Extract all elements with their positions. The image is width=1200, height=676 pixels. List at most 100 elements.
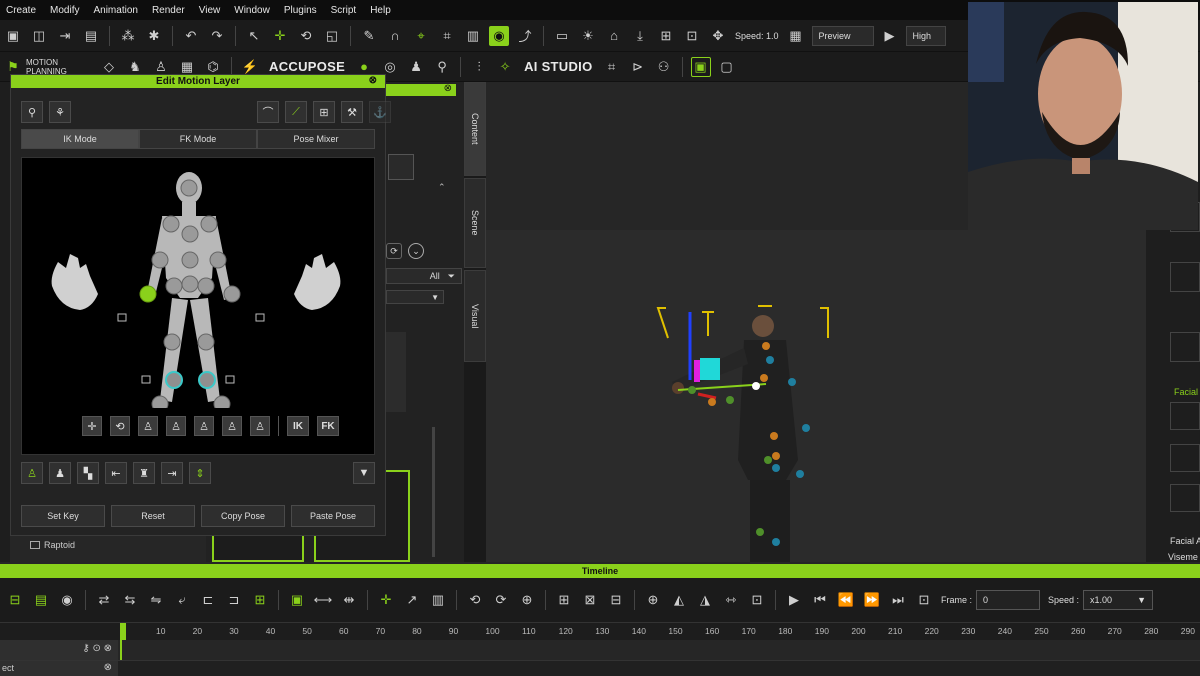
timeline-track[interactable]: ect ⊗ <box>0 660 1200 676</box>
pin-icon[interactable]: ⚘ <box>49 101 71 123</box>
reach-icon[interactable]: ⚲ <box>21 101 43 123</box>
chevron-down-icon[interactable]: ⌄ <box>408 243 424 259</box>
preview-dropdown[interactable]: Preview <box>811 25 874 46</box>
effector-dot[interactable] <box>762 342 770 350</box>
full-body-icon[interactable]: ♙ <box>21 462 43 484</box>
close-icon[interactable]: ⊗ <box>369 75 377 86</box>
add-clip-icon[interactable]: ⊞ <box>554 590 574 610</box>
mirror-icon[interactable]: ⇤ <box>105 462 127 484</box>
tab-visual[interactable]: Visual <box>464 270 486 362</box>
joint-left-wrist-selected[interactable] <box>139 285 157 303</box>
tab-scene[interactable]: Scene <box>464 178 486 268</box>
bone-icon[interactable]: ⟋ <box>285 101 307 123</box>
swap-alt-icon[interactable]: ⇆ <box>120 590 140 610</box>
align-center-icon[interactable]: ⇕ <box>189 462 211 484</box>
render-icon[interactable]: ◫ <box>29 26 49 46</box>
right-slot[interactable] <box>1170 444 1200 472</box>
body-part-icon[interactable]: ♙ <box>166 416 186 436</box>
redo-icon[interactable]: ↷ <box>207 26 227 46</box>
speed-dropdown[interactable]: x1.00 ▼ <box>1083 590 1154 610</box>
layer-icon[interactable]: ▤ <box>31 590 51 610</box>
pan-icon[interactable]: ✥ <box>708 26 728 46</box>
refresh-icon[interactable]: ⟳ <box>386 243 402 259</box>
undo-icon[interactable]: ↶ <box>181 26 201 46</box>
collapse-icon[interactable]: ⌃ <box>438 182 446 193</box>
person-outline-icon[interactable]: ⚇ <box>654 57 674 77</box>
eye-icon[interactable]: ◉ <box>489 25 509 46</box>
right-slot[interactable] <box>1170 332 1200 362</box>
accupose-label[interactable]: ACCUPOSE <box>269 59 345 74</box>
lock-icon[interactable] <box>255 313 265 322</box>
right-slot[interactable] <box>1170 402 1200 430</box>
joint-left-shoulder[interactable] <box>162 215 180 233</box>
paste-pose-button[interactable]: Paste Pose <box>291 505 375 527</box>
right-slot[interactable] <box>1170 262 1200 292</box>
menu-view[interactable]: View <box>199 5 221 16</box>
joint-pelvis[interactable] <box>181 275 199 293</box>
ai-studio-label[interactable]: AI STUDIO <box>524 59 592 74</box>
joint-right-ankle-ik[interactable] <box>198 371 216 389</box>
effector-dot[interactable] <box>764 456 772 464</box>
crop-icon[interactable]: ⌗ <box>602 57 622 77</box>
ik-rig-view[interactable]: ✛ ⟲ ♙ ♙ ♙ ♙ ♙ IK FK <box>21 157 375 455</box>
attach-icon[interactable]: ⤴ <box>515 26 535 46</box>
joint-right-shoulder[interactable] <box>200 215 218 233</box>
key-icon[interactable]: ⚷ <box>82 643 89 654</box>
joint-right-hip[interactable] <box>197 277 215 295</box>
set-key-button[interactable]: Set Key <box>21 505 105 527</box>
home-icon[interactable]: ⌂ <box>604 26 624 46</box>
lock-icon[interactable] <box>225 375 235 384</box>
track-icon[interactable]: ⊟ <box>5 590 25 610</box>
insert-icon[interactable]: ⤶ <box>172 590 192 610</box>
magnet-icon[interactable]: ∩ <box>385 26 405 46</box>
menu-script[interactable]: Script <box>331 5 357 16</box>
effector-dot[interactable] <box>756 528 764 536</box>
joint-right-toe[interactable] <box>213 395 231 413</box>
effector-dot[interactable] <box>708 398 716 406</box>
effector-dot[interactable] <box>772 538 780 546</box>
joint-left-toe[interactable] <box>151 395 169 413</box>
collapse-timeline-icon[interactable]: ⊡ <box>747 590 767 610</box>
joint-left-elbow[interactable] <box>151 251 169 269</box>
body-part-icon[interactable]: ♙ <box>138 416 158 436</box>
split-icon[interactable]: ⊟ <box>606 590 626 610</box>
chevron-down-icon[interactable]: ⊙ <box>92 643 100 654</box>
curve-tool-icon[interactable]: ⌒ <box>257 101 279 123</box>
curve-path-icon[interactable]: ↗ <box>402 590 422 610</box>
joint-left-ankle-ik[interactable] <box>165 371 183 389</box>
effector-dot[interactable] <box>788 378 796 386</box>
cycle-icon[interactable]: ⟲ <box>465 590 485 610</box>
panel-title-bar[interactable]: Edit Motion Layer ⊗ <box>11 75 385 88</box>
magic-icon[interactable]: ✱ <box>144 26 164 46</box>
stretch-icon[interactable]: ⟷ <box>313 590 333 610</box>
sequence-icon[interactable]: ⚲ <box>432 57 452 77</box>
cycle-alt-icon[interactable]: ⟳ <box>491 590 511 610</box>
go-end-icon[interactable]: ⏭ <box>888 590 908 610</box>
mirror-left-icon[interactable]: ◭ <box>669 590 689 610</box>
play-icon[interactable]: ▶ <box>784 590 804 610</box>
pin-tool-icon[interactable]: ⚒ <box>341 101 363 123</box>
key-add-icon[interactable]: ✛ <box>376 590 396 610</box>
panel-dropdown[interactable]: ▼ <box>386 290 444 304</box>
expand-panel-icon[interactable]: ▼ <box>353 462 375 484</box>
tab-ik-mode[interactable]: IK Mode <box>21 129 139 149</box>
move-tool-icon[interactable]: ✛ <box>82 416 102 436</box>
trim-icon[interactable]: ⊞ <box>250 590 270 610</box>
menu-help[interactable]: Help <box>370 5 391 16</box>
checker-icon[interactable]: ▚ <box>77 462 99 484</box>
view-eye-icon[interactable]: ◉ <box>57 590 77 610</box>
scale-icon[interactable]: ◱ <box>322 26 342 46</box>
3d-viewport[interactable] <box>486 230 1146 562</box>
menu-create[interactable]: Create <box>6 5 36 16</box>
magnet-tool-icon[interactable]: ⚓ <box>369 101 391 123</box>
effector-dot[interactable] <box>772 464 780 472</box>
joint-right-knee[interactable] <box>197 333 215 351</box>
joint-spine[interactable] <box>181 251 199 269</box>
loop-icon[interactable]: ▣ <box>287 590 307 610</box>
swap-icon[interactable]: ⇄ <box>94 590 114 610</box>
menu-animation[interactable]: Animation <box>93 5 137 16</box>
playhead[interactable] <box>120 623 126 641</box>
joint-right-elbow[interactable] <box>209 251 227 269</box>
body-part-icon[interactable]: ♙ <box>222 416 242 436</box>
monitor-icon[interactable]: ▭ <box>552 26 572 46</box>
